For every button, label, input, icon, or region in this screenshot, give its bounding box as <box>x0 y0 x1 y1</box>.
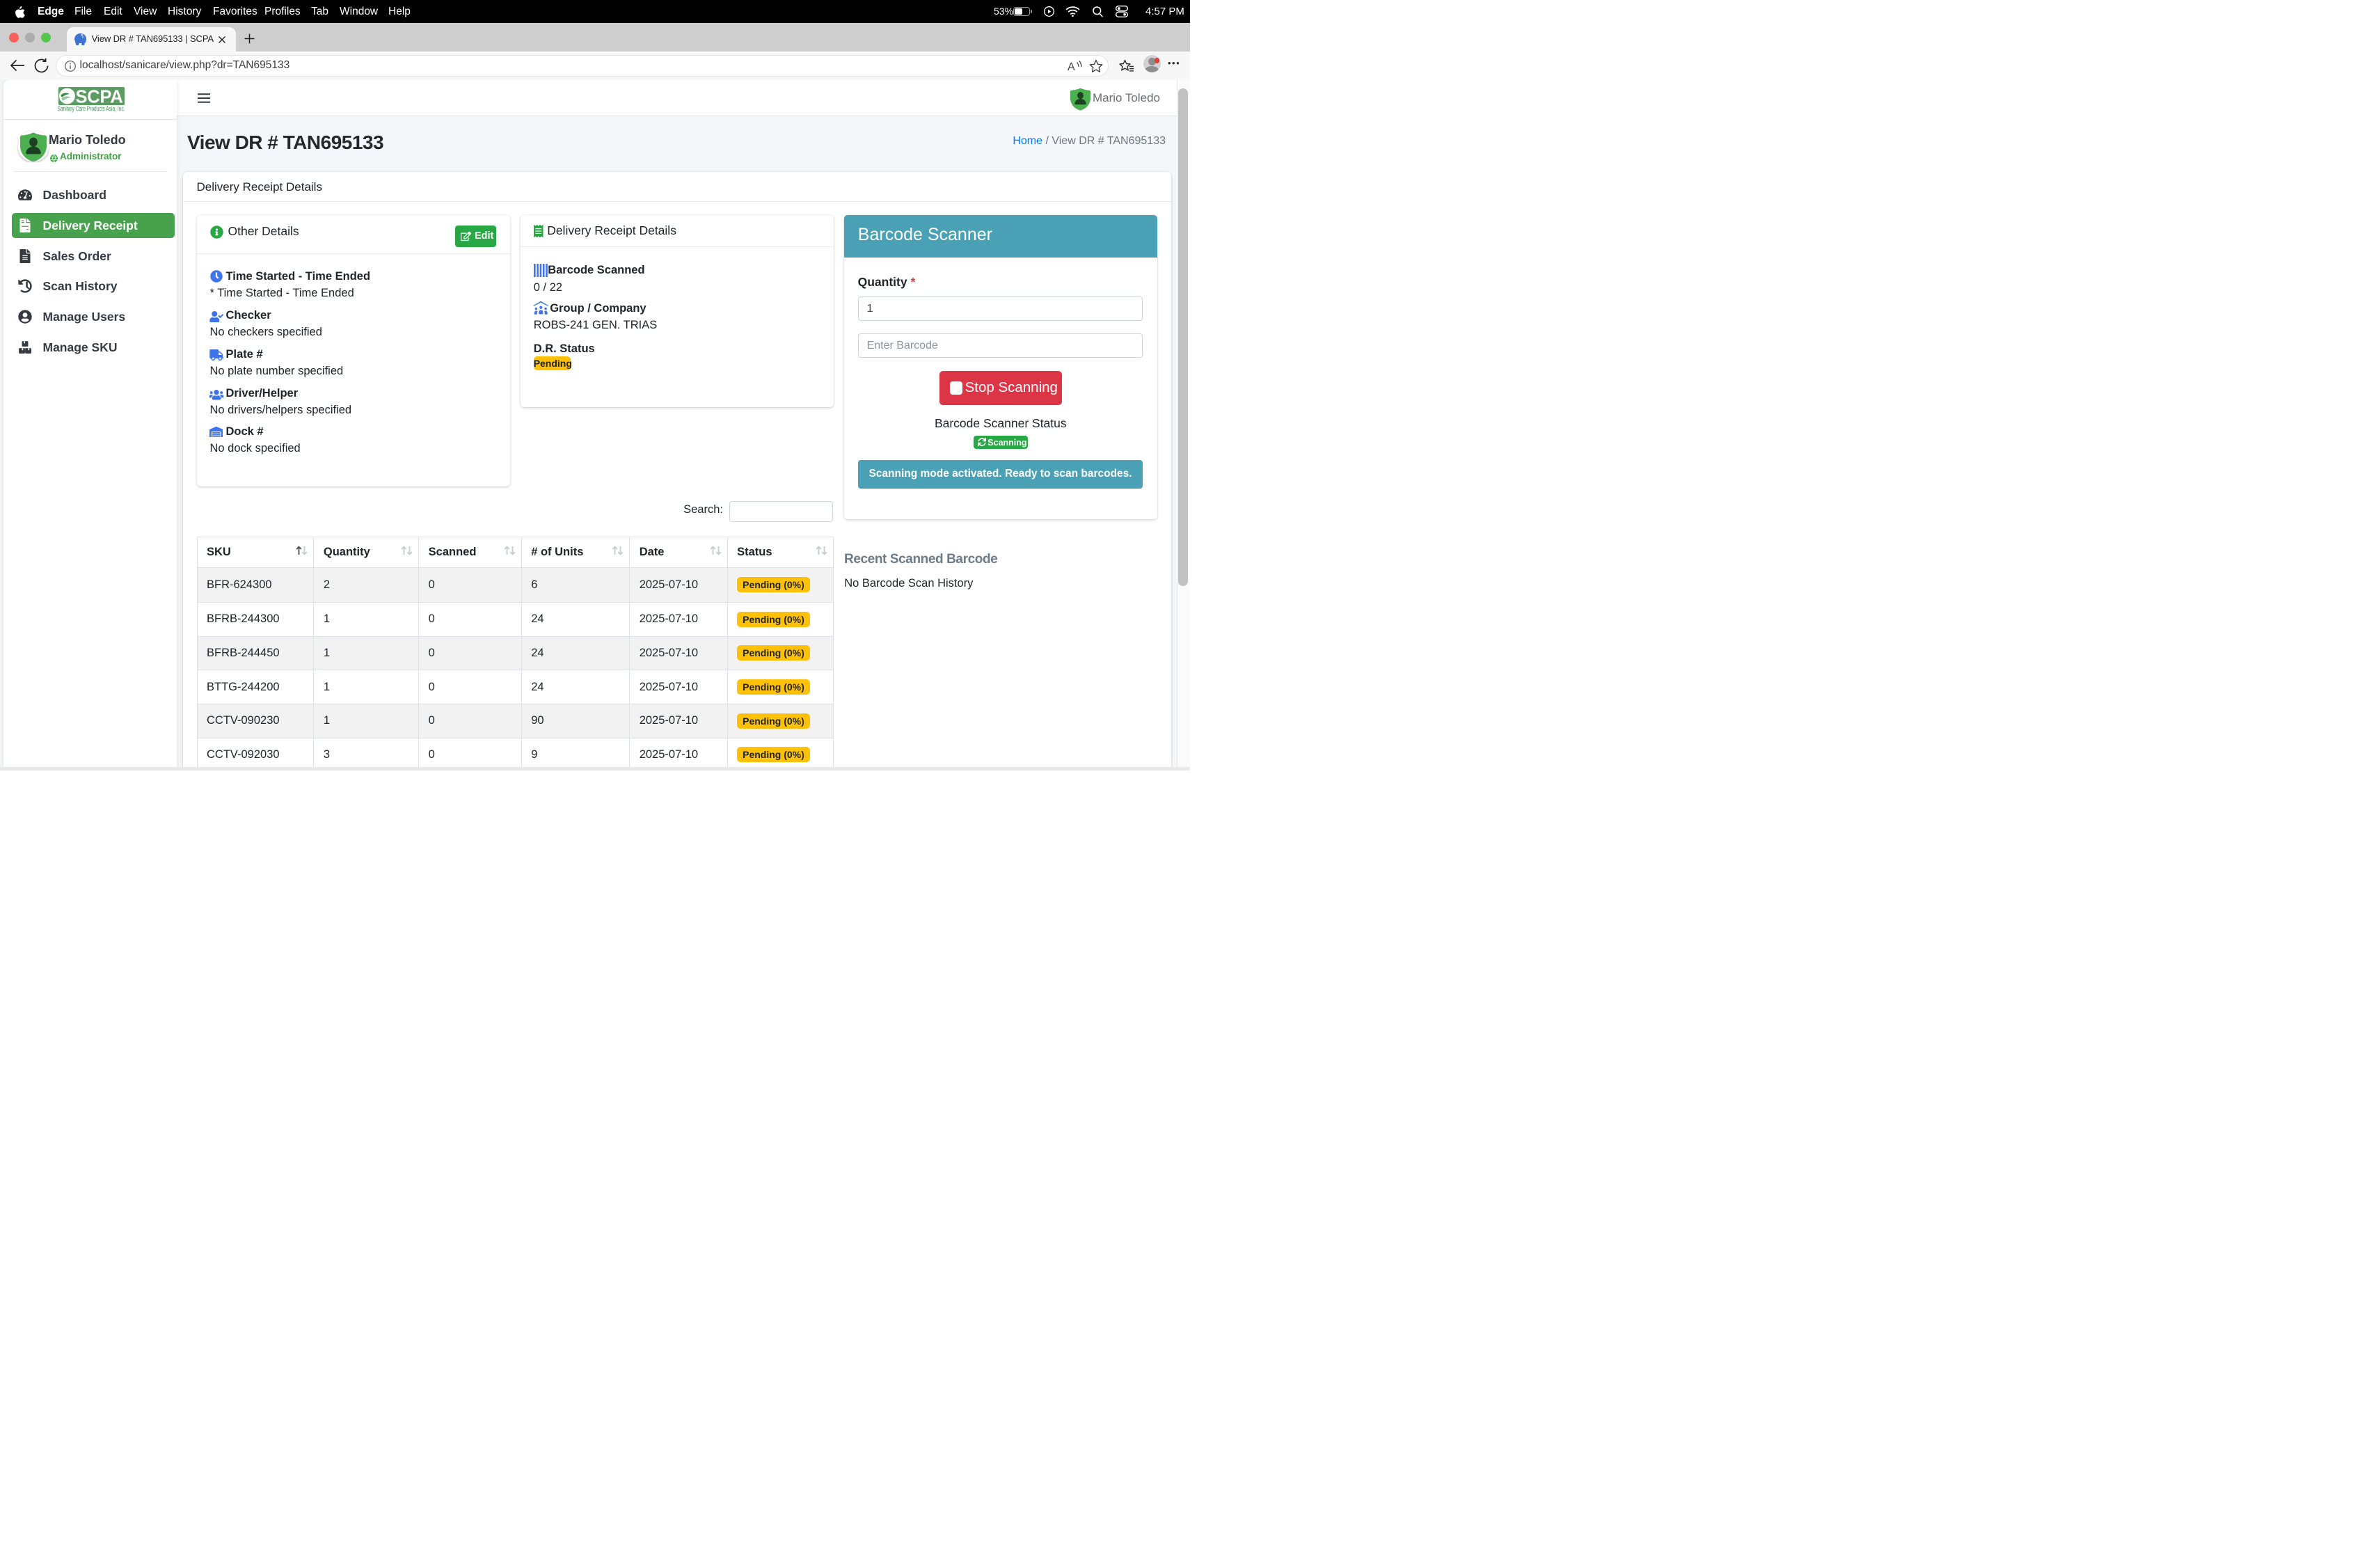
svg-text:A: A <box>1068 61 1075 73</box>
svg-text:Sanitary Care Products Asia, I: Sanitary Care Products Asia, Inc. <box>58 106 125 113</box>
svg-text:SCPA: SCPA <box>76 87 123 105</box>
